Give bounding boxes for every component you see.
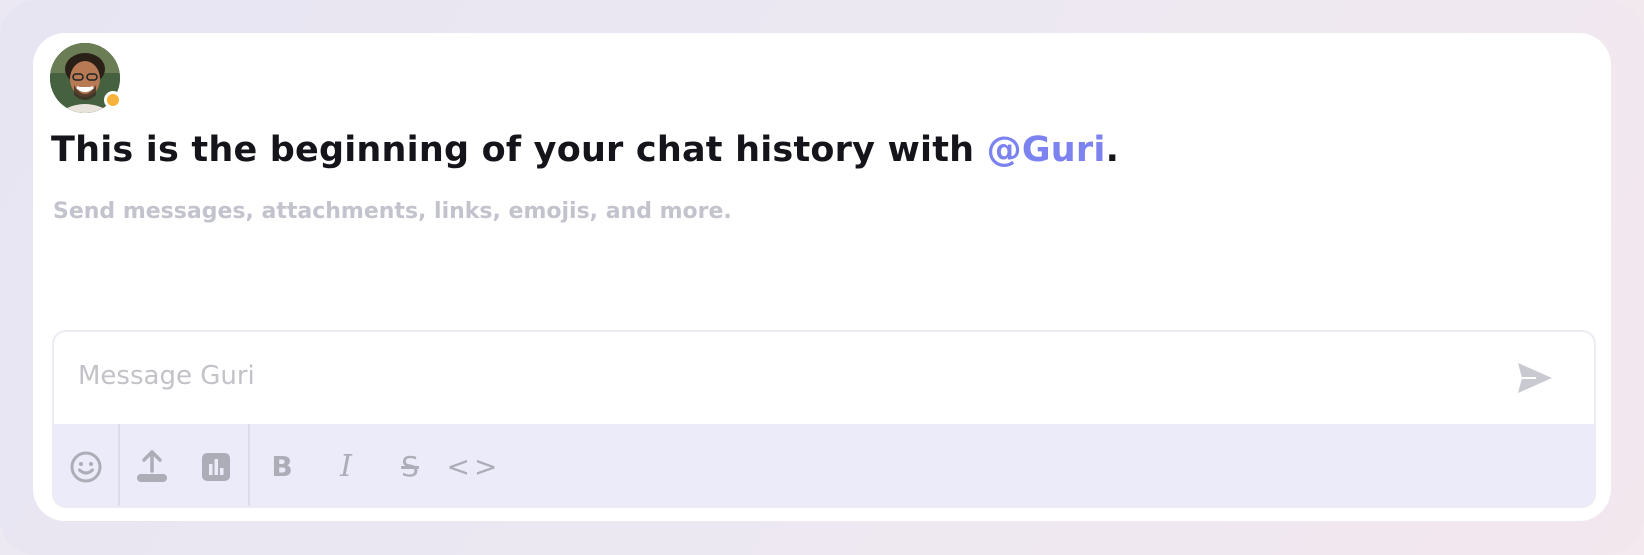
heading-prefix: This is the beginning of your chat histo…: [51, 130, 987, 170]
heading-suffix: .: [1105, 130, 1120, 170]
upload-icon: [137, 450, 167, 482]
chat-intro-heading: This is the beginning of your chat histo…: [51, 130, 1119, 170]
chat-intro-subtext: Send messages, attachments, links, emoji…: [53, 199, 732, 224]
toolbar-group-attach: [120, 424, 248, 506]
code-icon: <>: [446, 450, 502, 483]
bold-icon: B: [271, 450, 293, 483]
emoji-button[interactable]: [54, 424, 118, 506]
user-mention-link[interactable]: @Guri: [987, 130, 1106, 170]
bold-button[interactable]: B: [250, 424, 314, 506]
presence-status-dot: [104, 91, 122, 109]
toolbar-group-emoji: [54, 424, 118, 506]
user-avatar[interactable]: [50, 43, 122, 113]
emoji-icon: [70, 451, 102, 483]
upload-button[interactable]: [120, 424, 184, 506]
formatting-toolbar: B I S <>: [54, 424, 1594, 506]
message-input[interactable]: [78, 354, 1478, 398]
send-icon: [1518, 363, 1552, 393]
composer-input-row: [54, 332, 1594, 424]
send-button[interactable]: [1514, 358, 1556, 398]
poll-button[interactable]: [184, 424, 248, 506]
strikethrough-button[interactable]: S: [378, 424, 442, 506]
message-composer: B I S <>: [52, 330, 1596, 508]
code-button[interactable]: <>: [442, 424, 506, 506]
strikethrough-icon: S: [401, 450, 419, 483]
toolbar-group-format: B I S <>: [250, 424, 506, 506]
chart-icon: [202, 453, 230, 481]
italic-icon: I: [340, 449, 352, 484]
italic-button[interactable]: I: [314, 424, 378, 506]
